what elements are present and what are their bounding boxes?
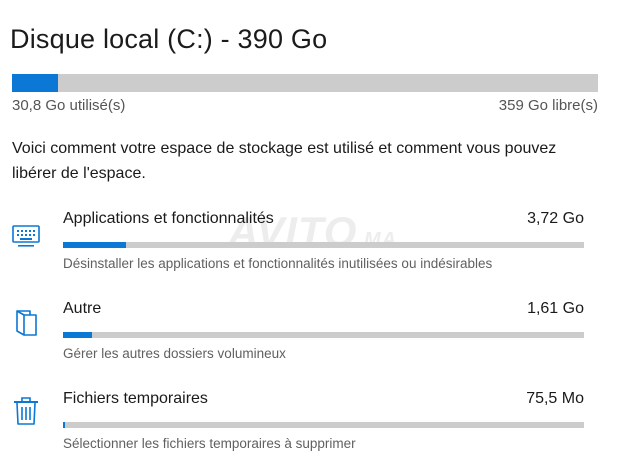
category-usage-fill <box>63 332 92 338</box>
category-description: Gérer les autres dossiers volumineux <box>63 346 286 361</box>
category-usage-fill <box>63 422 66 428</box>
category-size: 75,5 Mo <box>526 390 584 407</box>
category-name: Fichiers temporaires <box>63 390 208 407</box>
category-description: Sélectionner les fichiers temporaires à … <box>63 436 356 451</box>
category-size: 1,61 Go <box>527 300 584 317</box>
free-space-label: 359 Go libre(s) <box>498 97 598 114</box>
drive-usage-fill <box>12 74 59 92</box>
category-name: Autre <box>63 300 102 317</box>
category-usage-fill <box>63 242 126 248</box>
drive-usage-bar <box>12 74 598 92</box>
page-title: Disque local (C:) - 390 Go <box>10 24 328 54</box>
category-usage-bar <box>63 422 584 428</box>
category-name: Applications et fonctionnalités <box>63 210 274 227</box>
category-description: Désinstaller les applications et fonctio… <box>63 256 493 271</box>
category-size: 3,72 Go <box>527 210 584 227</box>
trash-icon <box>10 394 42 426</box>
folder-icon <box>10 306 42 338</box>
category-usage-bar <box>63 242 584 248</box>
category-usage-bar <box>63 332 584 338</box>
used-space-label: 30,8 Go utilisé(s) <box>12 97 126 114</box>
apps-keyboard-icon <box>10 220 42 252</box>
intro-text: Voici comment votre espace de stockage e… <box>12 140 557 182</box>
